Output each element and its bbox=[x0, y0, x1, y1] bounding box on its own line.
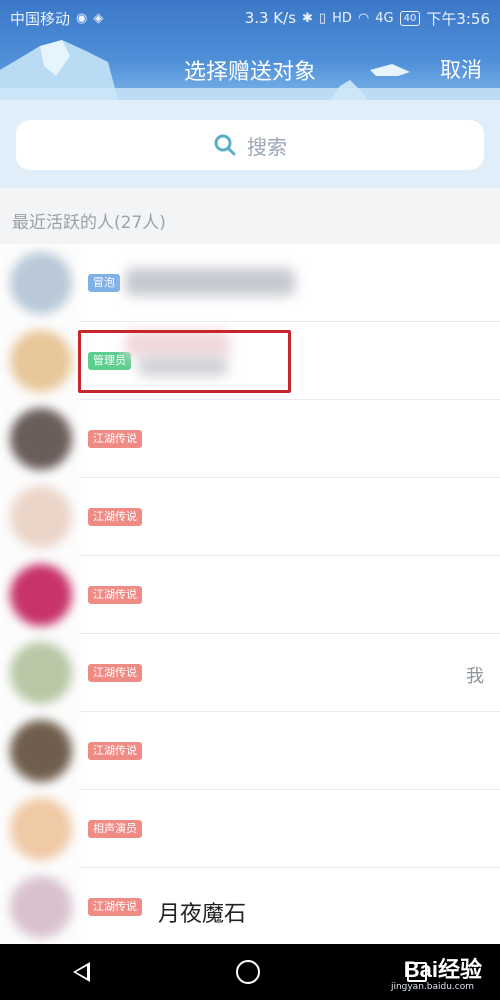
section-title: 最近活跃的人(27人) bbox=[12, 213, 166, 233]
network-speed: 3.3 K/s bbox=[244, 9, 297, 27]
title-bar: 选择赠送对象 取消 bbox=[0, 46, 500, 90]
avatar bbox=[10, 408, 72, 470]
member-row[interactable]: 江湖传说 bbox=[0, 556, 500, 634]
role-badge: 江湖传说 bbox=[88, 742, 142, 760]
member-name: 月夜魔石 bbox=[158, 902, 247, 927]
member-row[interactable]: 冒泡 bbox=[0, 244, 500, 322]
home-icon[interactable] bbox=[236, 960, 261, 984]
avatar bbox=[10, 486, 72, 548]
role-badge: 江湖传说 bbox=[88, 430, 142, 448]
app-header: 中国移动 ◉ ◈ 3.3 K/s ✱ ▯ HD ◠ 4G 40 下午3:56 选… bbox=[0, 0, 500, 100]
clock: 下午3:56 bbox=[426, 9, 490, 28]
member-row[interactable]: 江湖传说 月夜魔石 bbox=[0, 868, 500, 944]
battery-icon: 40 bbox=[399, 10, 421, 26]
carrier-label: 中国移动 bbox=[10, 9, 71, 28]
member-row[interactable]: 江湖传说 bbox=[0, 712, 500, 790]
app-icon: ◈ bbox=[93, 10, 104, 26]
section-header: 最近活跃的人(27人) bbox=[0, 188, 500, 244]
avatar bbox=[10, 564, 72, 626]
search-area: 搜索 bbox=[0, 100, 500, 188]
role-badge: 江湖传说 bbox=[88, 898, 142, 916]
back-icon[interactable] bbox=[73, 962, 91, 982]
hd-icon: HD bbox=[332, 10, 352, 26]
search-input[interactable]: 搜索 bbox=[16, 120, 484, 170]
avatar bbox=[10, 642, 72, 704]
search-placeholder: 搜索 bbox=[247, 134, 287, 159]
member-row[interactable]: 江湖传说 bbox=[0, 400, 500, 478]
notification-icon: ◉ bbox=[76, 10, 88, 26]
watermark-url: jingyan.baidu.com bbox=[390, 982, 474, 992]
page-title: 选择赠送对象 bbox=[183, 60, 316, 85]
annotation-highlight-box bbox=[78, 330, 291, 393]
vibrate-icon: ▯ bbox=[318, 10, 327, 26]
status-bar: 中国移动 ◉ ◈ 3.3 K/s ✱ ▯ HD ◠ 4G 40 下午3:56 bbox=[0, 0, 500, 36]
me-label: 我 bbox=[466, 666, 484, 687]
role-badge: 江湖传说 bbox=[88, 508, 142, 526]
role-badge: 冒泡 bbox=[88, 274, 120, 292]
avatar bbox=[10, 876, 72, 938]
avatar bbox=[10, 720, 72, 782]
member-row[interactable]: 江湖传说 我 bbox=[0, 634, 500, 712]
member-name-blurred bbox=[125, 268, 295, 296]
member-row[interactable]: 江湖传说 bbox=[0, 478, 500, 556]
role-badge: 江湖传说 bbox=[88, 586, 142, 604]
role-badge: 江湖传说 bbox=[88, 664, 142, 682]
role-badge: 相声演员 bbox=[88, 820, 142, 838]
cancel-button[interactable]: 取消 bbox=[440, 54, 482, 84]
wifi-icon: ◠ bbox=[357, 10, 370, 26]
avatar bbox=[10, 252, 72, 314]
signal-icon: 4G bbox=[375, 10, 394, 26]
search-icon bbox=[214, 134, 236, 156]
member-row[interactable]: 相声演员 bbox=[0, 790, 500, 868]
bluetooth-icon: ✱ bbox=[302, 10, 313, 26]
avatar bbox=[10, 330, 72, 392]
avatar bbox=[10, 798, 72, 860]
watermark-logo: Bai经验 bbox=[403, 957, 482, 982]
